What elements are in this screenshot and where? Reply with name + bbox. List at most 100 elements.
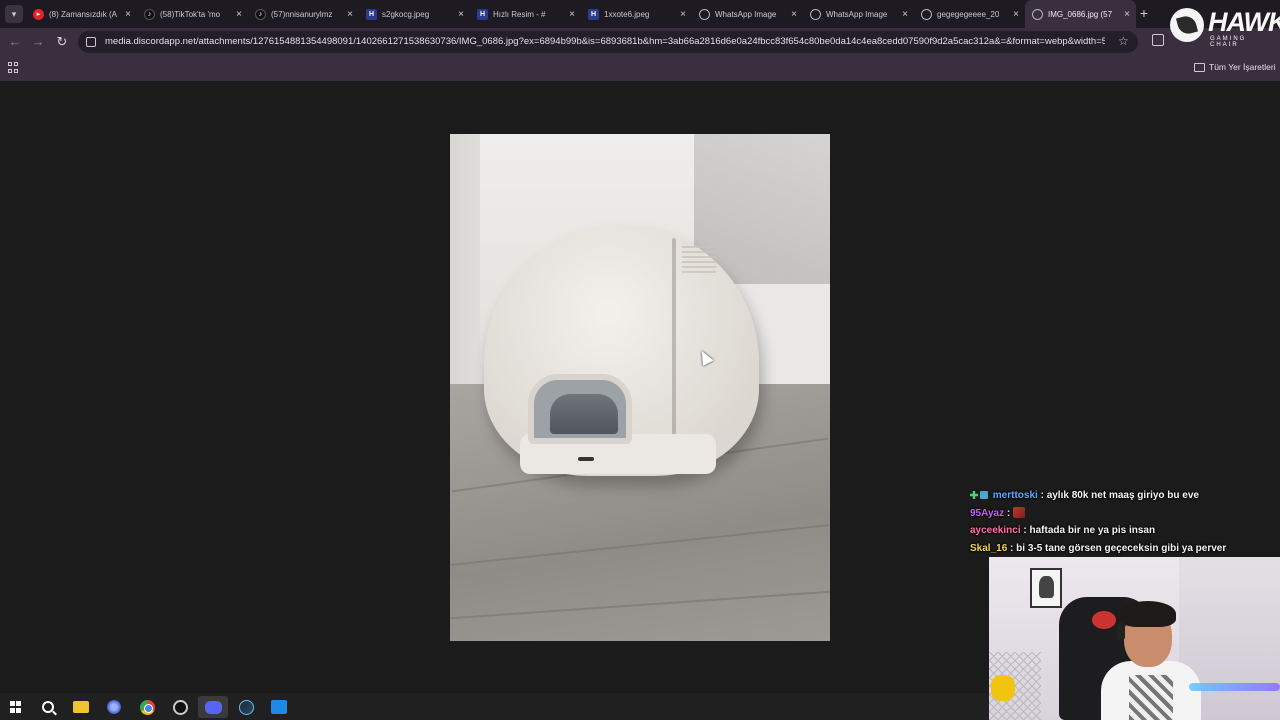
media-app-button[interactable] [264,696,294,718]
close-icon[interactable]: × [898,9,912,20]
close-icon[interactable]: × [454,9,468,20]
tab-whatsapp-image-2[interactable]: WhatsApp Image × [803,0,914,28]
tab-title: Hızlı Resim - # [493,9,546,19]
tab-title: (57)nnisanurylmz [271,9,333,19]
photo-sticker [682,246,716,276]
h-icon: H [588,8,599,20]
tab-tiktok-1[interactable]: ♪ (58)TikTok'ta 'mo × [137,0,248,28]
youtube-icon: ▸ [33,8,44,20]
close-icon[interactable]: × [1009,9,1023,20]
chat-user: ayceekinci [970,525,1021,536]
obs-icon [172,699,188,715]
folder-icon [73,701,89,713]
globe-icon [1032,8,1043,20]
chat-text: bi 3-5 tane görsen geçeceksin gibi ya pe… [1016,542,1227,554]
tab-whatsapp-image-1[interactable]: WhatsApp Image × [692,0,803,28]
sub-badge-icon [980,491,988,499]
photo-inner-cup [550,394,618,434]
chat-user: Skal_16 [970,542,1008,554]
streamer-webcam [989,557,1280,720]
all-bookmarks-link[interactable]: Tüm Yer İşaretleri [1209,62,1276,72]
chat-message: merttoski : aylık 80k net maaş giriyo bu… [970,487,1270,505]
photo-led [578,457,594,461]
chat-user: 95Ayaz [970,507,1005,519]
forward-arrow-icon[interactable]: → [30,34,46,50]
browser-toolbar: ← → ↻ media.discordapp.net/attachments/1… [0,28,1280,56]
plus-badge-icon [970,491,978,499]
bookmark-star-icon[interactable]: ☆ [1118,34,1129,48]
address-url[interactable]: media.discordapp.net/attachments/1276154… [105,36,1105,47]
tab-title: gegegegeeee_20 [937,9,1000,19]
disc-icon [107,700,121,714]
tab-title: (58)TikTok'ta 'mo [160,9,221,19]
logo-sub: GAMING CHAIR [1210,36,1247,48]
extensions-icon[interactable] [1152,34,1164,46]
close-icon[interactable]: × [121,9,135,20]
tab-list: ▸ (8) Zamansızdık (A × ♪ (58)TikTok'ta '… [26,0,1136,28]
tab-title: s2gkocg.jpeg [382,9,430,19]
obs-button[interactable] [165,696,195,718]
chat-message: Skal_16 : bi 3-5 tane görsen geçeceksin … [970,542,1227,554]
bookmarks-bar: Tüm Yer İşaretleri [0,56,1280,81]
disc-app-button[interactable] [99,696,129,718]
steam-icon [238,699,254,715]
back-arrow-icon[interactable]: ← [7,34,23,50]
webcam-toy [991,675,1015,701]
stream-chat: merttoski : aylık 80k net maaş giriyo bu… [970,487,1270,557]
close-icon[interactable]: × [787,9,801,20]
tiktok-icon: ♪ [255,8,266,20]
tab-strip: ▾ ▸ (8) Zamansızdık (A × ♪ (58)TikTok'ta… [0,0,1280,28]
chat-text: aylık 80k net maaş giriyo bu eve [1046,490,1199,501]
chat-message: ayceekinci : haftada bir ne ya pis insan [970,525,1156,536]
litter-box-photo[interactable] [450,134,830,641]
globe-icon [699,8,710,20]
address-bar[interactable]: media.discordapp.net/attachments/1276154… [78,31,1138,53]
close-icon[interactable]: × [676,9,690,20]
tab-image-s2gkocg[interactable]: H s2gkocg.jpeg × [359,0,470,28]
hawk-logo: HAWK GAMING CHAIR [1170,6,1280,48]
rgb-light [1189,683,1280,691]
chrome-icon [139,699,155,715]
tab-img-0686-active[interactable]: IMG_0686.jpg (57 × [1025,0,1136,28]
globe-icon [810,8,821,20]
tab-tiktok-2[interactable]: ♪ (57)nnisanurylmz × [248,0,359,28]
close-icon[interactable]: × [1120,9,1134,20]
media-icon [271,700,287,714]
tab-gegegegeeee[interactable]: gegegegeeee_20 × [914,0,1025,28]
tab-search-chevron-icon[interactable]: ▾ [5,5,23,23]
start-button[interactable] [1,696,31,718]
discord-button[interactable] [198,696,228,718]
h-icon: H [366,8,377,20]
reload-icon[interactable]: ↻ [54,34,70,50]
streamer-shirt [1129,675,1173,720]
windows-taskbar [0,693,989,720]
chat-text: haftada bir ne ya pis insan [1029,525,1156,536]
close-icon[interactable]: × [565,9,579,20]
feather-icon [1170,8,1204,42]
tab-title: (8) Zamansızdık (A [49,9,118,19]
tab-title: WhatsApp Image [715,9,777,19]
discord-icon [204,700,222,714]
tab-title: IMG_0686.jpg (57 [1048,9,1113,19]
steam-button[interactable] [231,696,261,718]
emote-icon [1013,506,1025,518]
close-icon[interactable]: × [343,9,357,20]
tab-hizli-resim[interactable]: H Hızlı Resim - # × [470,0,581,28]
tab-title: 1xxote6.jpeg [604,9,650,19]
chat-message: 95Ayaz : [970,505,1270,523]
globe-icon [921,8,932,20]
tab-title: WhatsApp Image [826,9,888,19]
site-info-icon[interactable] [86,37,96,47]
new-tab-button[interactable]: + [1136,5,1152,21]
close-icon[interactable]: × [232,9,246,20]
tab-image-1xxote6[interactable]: H 1xxote6.jpeg × [581,0,692,28]
file-explorer-button[interactable] [66,696,96,718]
apps-grid-icon[interactable] [8,62,19,73]
tab-youtube-zamansizdik[interactable]: ▸ (8) Zamansızdık (A × [26,0,137,28]
search-button[interactable] [33,696,63,718]
h-icon: H [477,8,488,20]
chrome-button[interactable] [132,696,162,718]
tiktok-icon: ♪ [144,8,155,20]
chat-user: merttoski [992,490,1038,501]
streamer-hair [1120,601,1176,627]
